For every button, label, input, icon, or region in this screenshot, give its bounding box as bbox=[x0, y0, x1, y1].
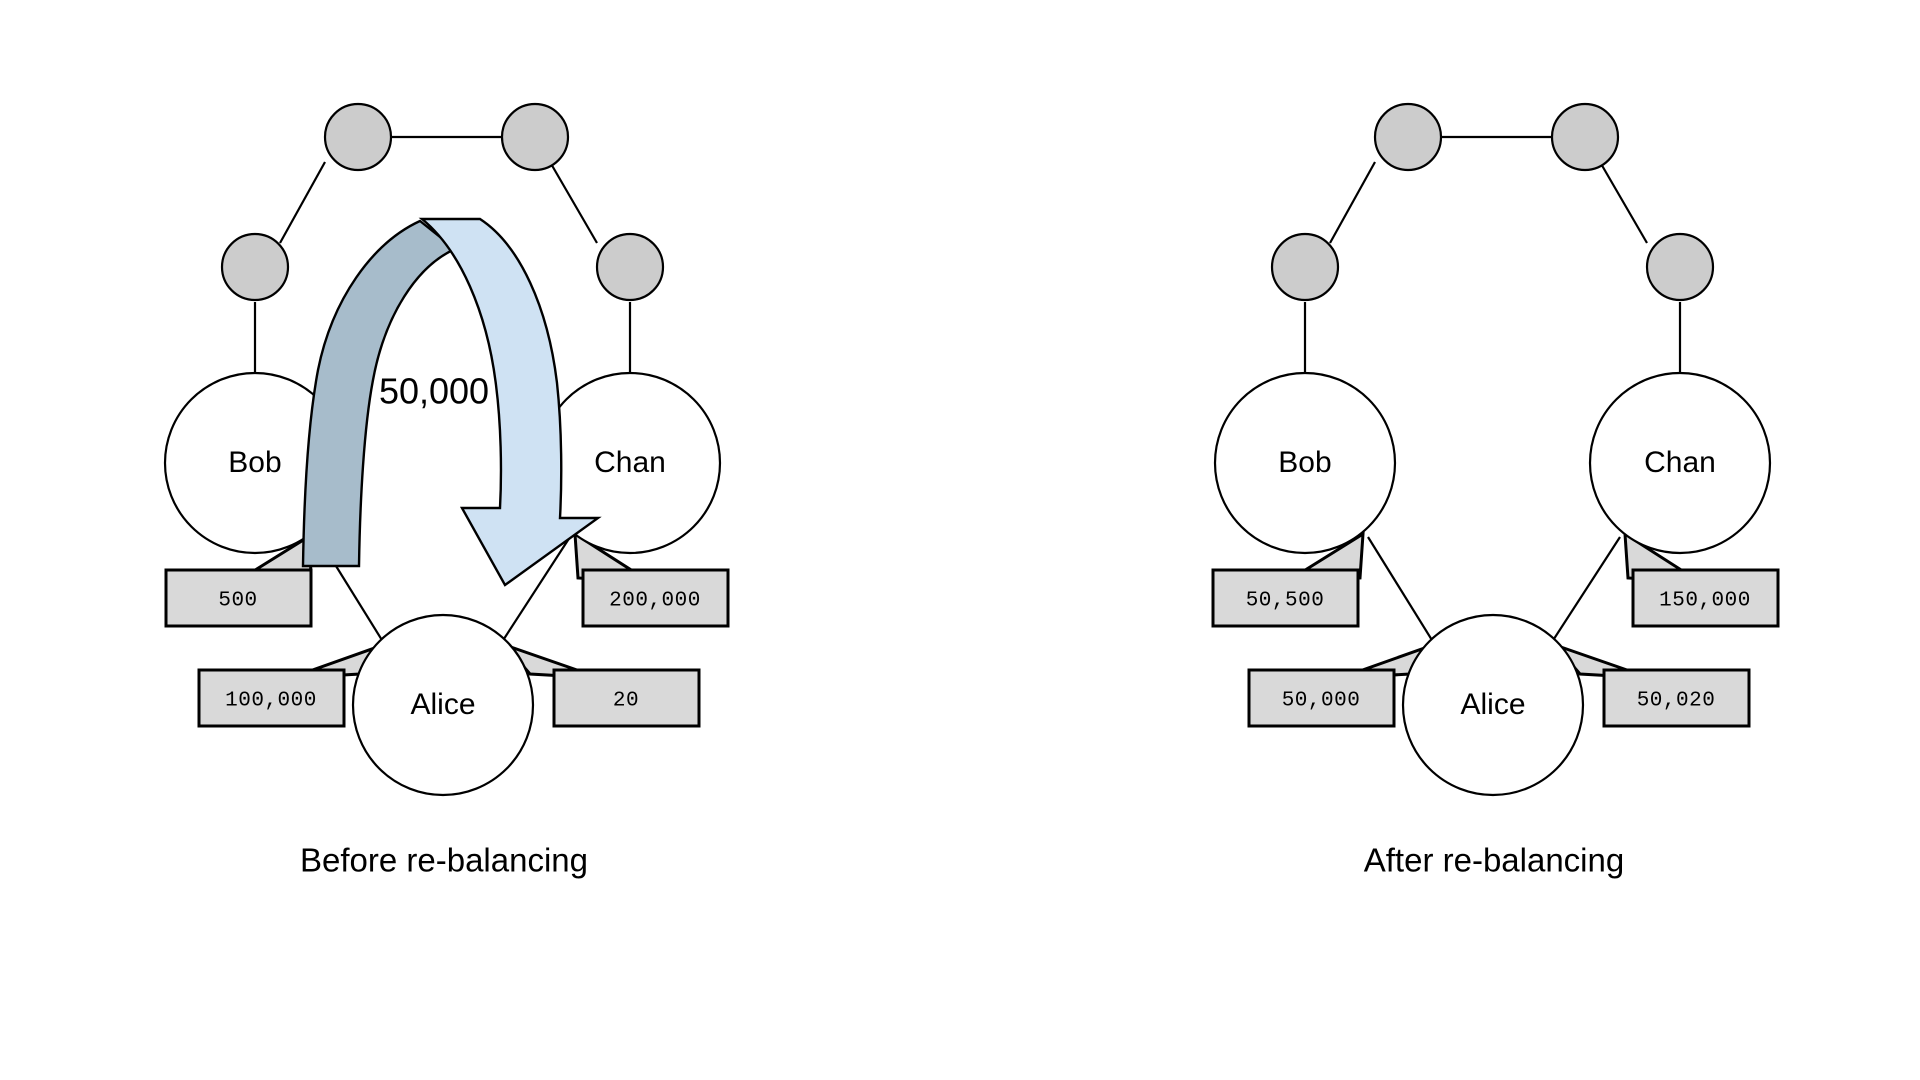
party-label-chan-after: Chan bbox=[1644, 446, 1716, 479]
edge-topright-right bbox=[549, 161, 598, 244]
router-node-top-right-after bbox=[1550, 102, 1620, 172]
balance-value-chan: 200,000 bbox=[609, 590, 701, 613]
router-node-left bbox=[220, 232, 290, 302]
balance-value-chan-after: 150,000 bbox=[1659, 590, 1751, 613]
balance-value-alice-left: 100,000 bbox=[225, 690, 317, 713]
party-label-bob-after: Bob bbox=[1278, 446, 1331, 479]
router-node-right bbox=[595, 232, 665, 302]
edge-bob-alice-after bbox=[1367, 536, 1436, 646]
panel-after: 50,500 150,000 50,000 50,020 Bob Chan Al… bbox=[1211, 102, 1780, 879]
balance-value-alice-left-after: 50,000 bbox=[1282, 690, 1361, 713]
router-node-right-after bbox=[1645, 232, 1715, 302]
balance-value-bob-after: 50,500 bbox=[1246, 590, 1325, 613]
party-label-bob: Bob bbox=[228, 446, 281, 479]
edge-topright-right-after bbox=[1599, 161, 1648, 244]
caption-after: After re-balancing bbox=[1364, 842, 1624, 879]
party-label-alice: Alice bbox=[410, 688, 475, 721]
router-node-left-after bbox=[1270, 232, 1340, 302]
balance-value-bob: 500 bbox=[218, 590, 257, 613]
router-node-top-left-after bbox=[1373, 102, 1443, 172]
party-label-alice-after: Alice bbox=[1460, 688, 1525, 721]
router-node-top-right bbox=[500, 102, 570, 172]
caption-before: Before re-balancing bbox=[300, 842, 588, 879]
router-node-top-left bbox=[323, 102, 393, 172]
panel-before: 500 200,000 100,000 20 Bob Chan Alice 50… bbox=[163, 102, 730, 879]
edge-topleft-left bbox=[279, 161, 326, 244]
rebalancing-diagram: 500 200,000 100,000 20 Bob Chan Alice 50… bbox=[163, 102, 1780, 879]
balance-value-alice-right: 20 bbox=[613, 690, 639, 713]
balance-value-alice-right-after: 50,020 bbox=[1637, 690, 1716, 713]
party-label-chan: Chan bbox=[594, 446, 666, 479]
edge-chan-alice-after bbox=[1549, 536, 1621, 646]
diagram-canvas: 500 200,000 100,000 20 Bob Chan Alice 50… bbox=[0, 0, 1920, 1080]
transfer-amount-label: 50,000 bbox=[379, 371, 489, 412]
edge-topleft-left-after bbox=[1329, 161, 1376, 244]
